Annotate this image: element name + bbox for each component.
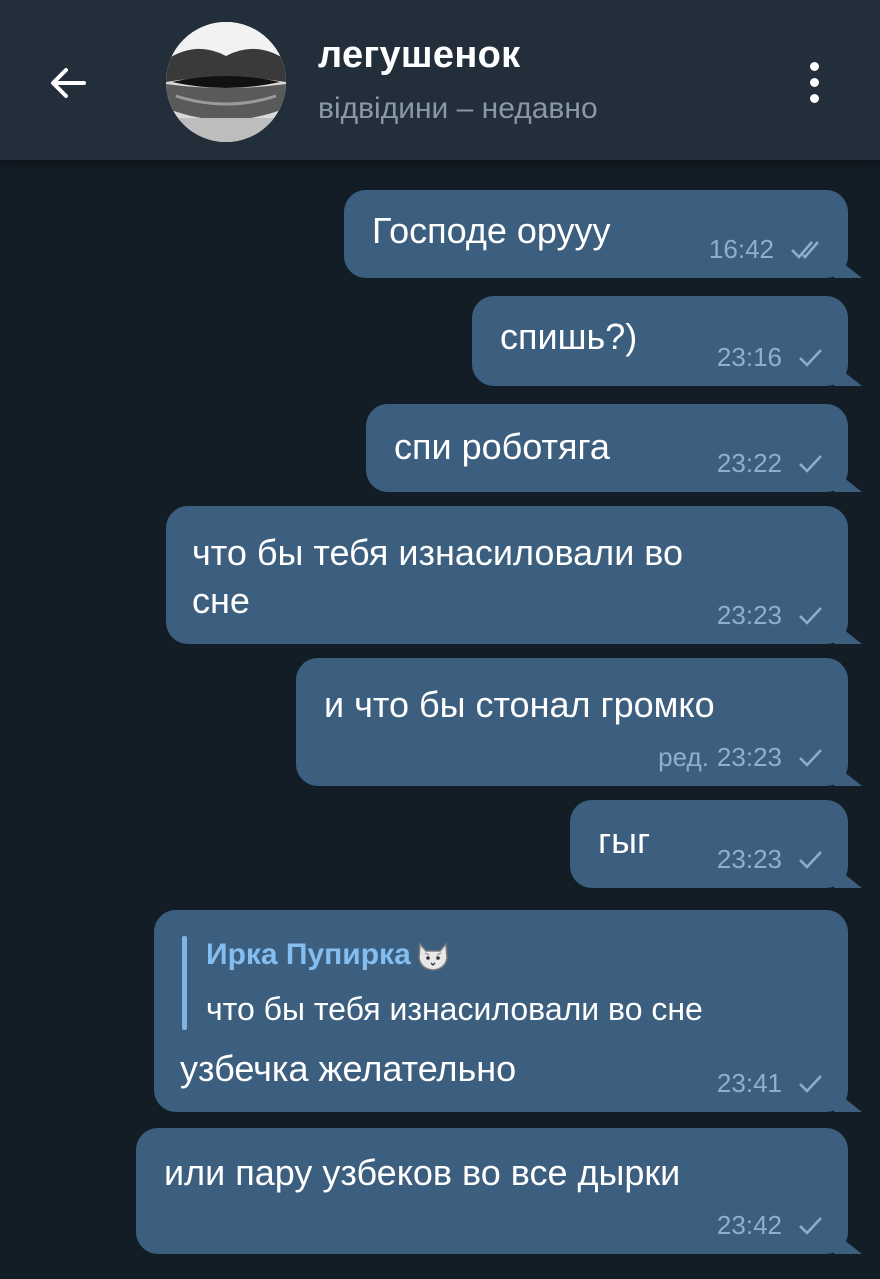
message-text-line-1: что бы тебя изнасиловали во	[192, 532, 684, 573]
bubble-tail	[834, 1090, 862, 1112]
message-bubble-reply[interactable]: Ирка Пупирка что бы тебя изнасиловали во…	[154, 910, 862, 1112]
message-meta: 23:23	[717, 602, 824, 628]
bubble-tail	[834, 364, 862, 386]
reply-accent-bar	[182, 936, 187, 1030]
message-bubble[interactable]: Господе орууу 16:42	[344, 190, 862, 278]
reply-author-name: Ирка Пупирка	[206, 938, 411, 971]
contact-avatar[interactable]	[166, 22, 286, 142]
message-text: Господе орууу	[372, 210, 611, 251]
message-meta: 16:42	[709, 236, 824, 262]
message-bubble[interactable]: спишь?) 23:16	[472, 296, 862, 386]
check-icon	[799, 607, 822, 625]
message-text: узбечка желательно	[180, 1048, 517, 1089]
message-bubble[interactable]: что бы тебя изнасиловали во сне 23:23	[166, 506, 862, 644]
message-time: 23:23	[716, 600, 782, 630]
message-bubble[interactable]: спи роботяга 23:22	[366, 404, 862, 492]
message-bubble[interactable]: или пару узбеков во все дырки 23:42	[136, 1128, 862, 1254]
message-meta: 23:42	[717, 1212, 824, 1238]
bubble-tail	[834, 256, 862, 278]
check-icon	[799, 455, 822, 473]
message-meta: ред. 23:23	[658, 744, 824, 770]
message-text: гыг	[598, 820, 651, 861]
message-text-line-2: сне	[192, 580, 250, 621]
bubble-tail	[834, 764, 862, 786]
bubble-tail	[834, 1232, 862, 1254]
message-time: 23:23	[716, 844, 782, 874]
message-text: спи роботяга	[394, 426, 610, 467]
message-time: 23:23	[716, 742, 782, 772]
reply-quote: что бы тебя изнасиловали во сне	[206, 991, 703, 1027]
check-icon	[799, 1217, 822, 1235]
message-time: 23:42	[716, 1210, 782, 1240]
contact-name[interactable]: легушенок	[318, 34, 520, 77]
message-time: 23:22	[716, 448, 782, 478]
check-icon	[799, 749, 822, 767]
message-bubble[interactable]: и что бы стонал громко ред. 23:23	[296, 658, 862, 786]
bubble-tail	[834, 622, 862, 644]
back-button[interactable]	[40, 55, 96, 111]
message-time: 16:42	[708, 234, 774, 264]
more-menu-button[interactable]	[792, 52, 836, 112]
message-text: спишь?)	[500, 316, 638, 357]
reply-author[interactable]: Ирка Пупирка	[206, 934, 451, 976]
chat-header: легушенок відвідини – недавно	[0, 0, 880, 160]
last-seen-status: відвідини – недавно	[318, 92, 598, 125]
check-icon	[799, 1075, 822, 1093]
bubble-tail	[834, 470, 862, 492]
bubble-tail	[834, 866, 862, 888]
edited-label: ред.	[658, 742, 709, 772]
arrow-left-icon	[51, 68, 86, 98]
message-meta: 23:23	[717, 846, 824, 872]
message-meta: 23:41	[717, 1070, 824, 1096]
menu-dot	[809, 61, 819, 71]
check-icon	[799, 851, 822, 869]
message-text: и что бы стонал громко	[324, 684, 715, 725]
message-text: или пару узбеков во все дырки	[164, 1152, 681, 1193]
message-time: 23:16	[716, 342, 782, 372]
double-check-icon	[791, 241, 819, 259]
check-icon	[799, 349, 822, 367]
message-bubble[interactable]: гыг 23:23	[570, 800, 862, 888]
menu-dot	[809, 77, 819, 87]
message-time: 23:41	[716, 1068, 782, 1098]
cat-face-icon	[418, 942, 448, 971]
message-meta: 23:22	[717, 450, 824, 476]
message-meta: 23:16	[717, 344, 824, 370]
avatar-image	[166, 22, 286, 142]
menu-dot	[809, 93, 819, 103]
